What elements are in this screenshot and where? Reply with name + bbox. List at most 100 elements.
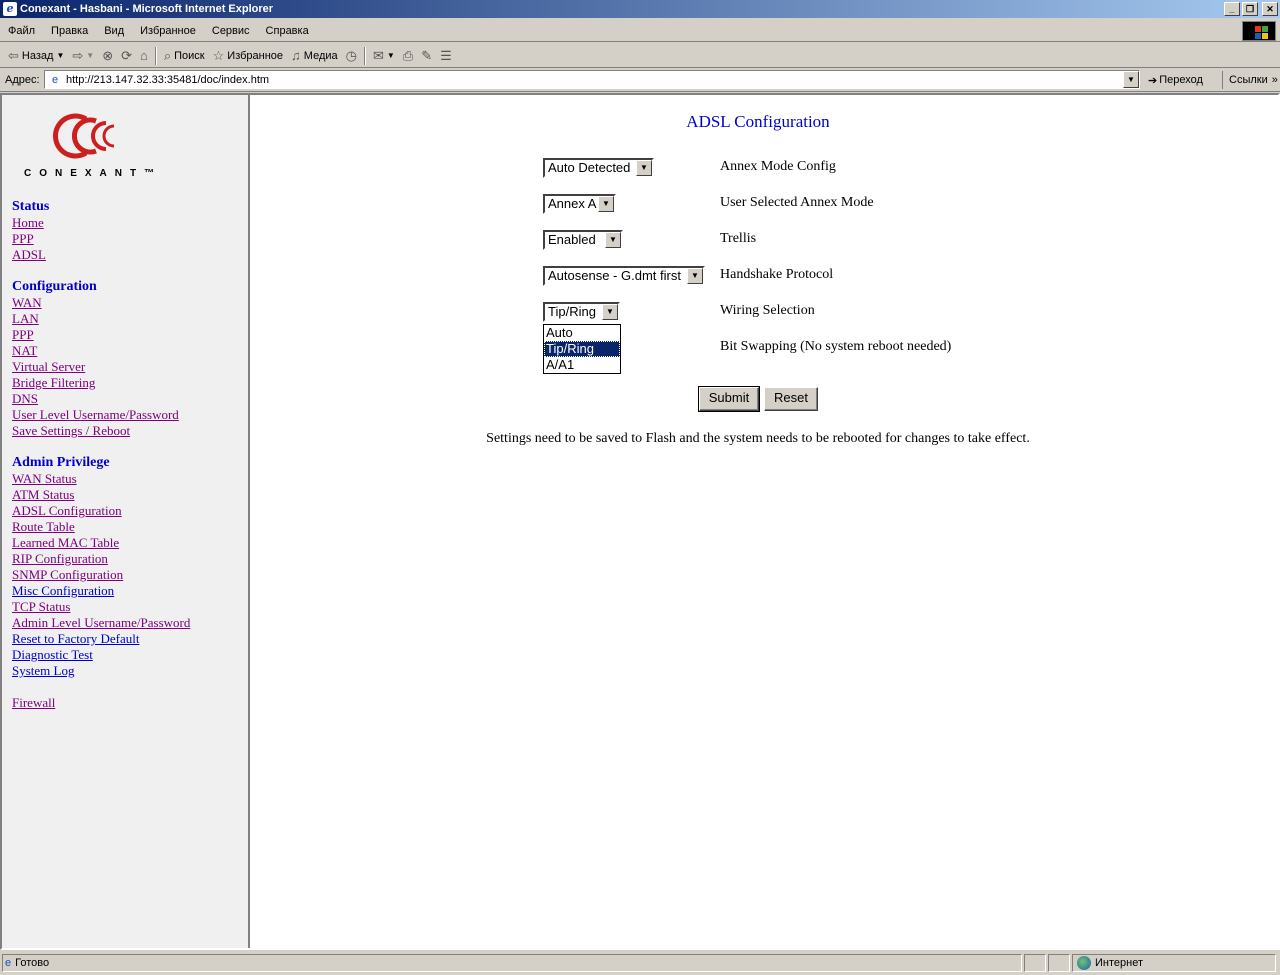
refresh-button[interactable]: ⟳ bbox=[117, 46, 136, 66]
toolbar-separator bbox=[363, 46, 366, 65]
nav-link-snmp-configuration[interactable]: SNMP Configuration bbox=[12, 567, 190, 583]
menu-view[interactable]: Вид bbox=[96, 25, 132, 37]
menu-edit[interactable]: Правка bbox=[43, 25, 96, 37]
zone-text: Интернет bbox=[1095, 957, 1143, 969]
print-button[interactable]: ⎙ bbox=[399, 46, 417, 66]
annex-mode-select[interactable]: Auto Detected ▼ bbox=[543, 158, 654, 178]
wiring-label: Wiring Selection bbox=[720, 303, 815, 318]
nav-link-adsl-configuration[interactable]: ADSL Configuration bbox=[12, 503, 190, 519]
nav-menu: Status Home PPP ADSL Configuration WAN L… bbox=[12, 199, 190, 711]
nav-link-home[interactable]: Home bbox=[12, 215, 190, 231]
handshake-select[interactable]: Autosense - G.dmt first ▼ bbox=[543, 266, 705, 286]
trellis-label: Trellis bbox=[720, 231, 757, 246]
wiring-option-auto[interactable]: Auto bbox=[544, 325, 620, 341]
back-button[interactable]: ⇦ Назад ▼ bbox=[4, 46, 68, 66]
home-button[interactable]: ⌂ bbox=[136, 46, 152, 66]
search-button[interactable]: ⌕ Поиск bbox=[160, 46, 209, 66]
menu-help[interactable]: Справка bbox=[258, 25, 317, 37]
stop-button[interactable]: ⊗ bbox=[98, 46, 117, 66]
nav-header-status: Status bbox=[12, 199, 50, 214]
save-note: Settings need to be saved to Flash and t… bbox=[486, 431, 1030, 446]
history-icon: ◷ bbox=[345, 47, 357, 63]
chevron-down-icon: ▼ bbox=[386, 51, 395, 60]
wiring-option-a-a1[interactable]: A/A1 bbox=[544, 357, 620, 373]
reset-button[interactable]: Reset bbox=[764, 387, 818, 411]
status-cell bbox=[1048, 954, 1070, 972]
nav-link-nat[interactable]: NAT bbox=[12, 343, 190, 359]
nav-link-user-password[interactable]: User Level Username/Password bbox=[12, 407, 190, 423]
submit-button[interactable]: Submit bbox=[698, 386, 760, 412]
stop-icon: ⊗ bbox=[102, 47, 114, 63]
mail-button[interactable]: ✉ ▼ bbox=[369, 46, 399, 66]
menu-tools[interactable]: Сервис bbox=[204, 25, 258, 37]
wiring-select[interactable]: Tip/Ring ▼ bbox=[543, 302, 620, 322]
nav-link-dns[interactable]: DNS bbox=[12, 391, 190, 407]
chevron-down-icon: ▼ bbox=[605, 232, 621, 248]
chevron-down-icon: ▼ bbox=[602, 304, 618, 320]
status-bar: e Готово Интернет bbox=[0, 952, 1280, 975]
menu-file[interactable]: Файл bbox=[0, 25, 43, 37]
nav-link-wan-status[interactable]: WAN Status bbox=[12, 471, 190, 487]
discuss-icon: ☰ bbox=[440, 47, 452, 63]
wiring-dropdown-list[interactable]: Auto Tip/Ring A/A1 bbox=[543, 324, 621, 374]
nav-link-adsl-status[interactable]: ADSL bbox=[12, 247, 190, 263]
nav-link-atm-status[interactable]: ATM Status bbox=[12, 487, 190, 503]
window-title-bar[interactable]: e Conexant - Hasbani - Microsoft Interne… bbox=[0, 0, 1280, 18]
history-button[interactable]: ◷ bbox=[342, 46, 361, 66]
nav-link-ppp-status[interactable]: PPP bbox=[12, 231, 190, 247]
nav-link-admin-password[interactable]: Admin Level Username/Password bbox=[12, 615, 190, 631]
favorites-button[interactable]: ☆ Избранное bbox=[209, 46, 287, 66]
nav-link-firewall[interactable]: Firewall bbox=[12, 695, 190, 711]
menu-favorites[interactable]: Избранное bbox=[132, 25, 204, 37]
links-button[interactable]: Ссылки» bbox=[1222, 71, 1278, 89]
media-icon: ♫ bbox=[291, 48, 301, 63]
chevron-down-icon: ▼ bbox=[598, 196, 614, 212]
chevron-right-icon: » bbox=[1271, 74, 1278, 86]
security-zone: Интернет bbox=[1072, 954, 1276, 972]
nav-link-save-reboot[interactable]: Save Settings / Reboot bbox=[12, 423, 190, 439]
selected-annex-label: User Selected Annex Mode bbox=[720, 195, 874, 210]
nav-link-factory-reset[interactable]: Reset to Factory Default bbox=[12, 631, 190, 647]
print-icon: ⎙ bbox=[402, 47, 414, 63]
refresh-icon: ⟳ bbox=[121, 47, 132, 63]
address-dropdown-button[interactable]: ▼ bbox=[1123, 71, 1139, 88]
nav-link-tcp-status[interactable]: TCP Status bbox=[12, 599, 190, 615]
edit-icon: ✎ bbox=[421, 47, 433, 63]
nav-link-route-table[interactable]: Route Table bbox=[12, 519, 190, 535]
trellis-select[interactable]: Enabled ▼ bbox=[543, 230, 623, 250]
page-title: ADSL Configuration bbox=[686, 112, 830, 131]
nav-link-virtual-server[interactable]: Virtual Server bbox=[12, 359, 190, 375]
forward-arrow-icon: ⇨ bbox=[72, 47, 84, 63]
edit-button[interactable]: ✎ bbox=[417, 46, 436, 66]
minimize-button[interactable]: _ bbox=[1224, 2, 1240, 16]
nav-link-system-log[interactable]: System Log bbox=[12, 663, 190, 679]
conexant-logo: CONEXANT™ bbox=[24, 109, 194, 179]
go-arrow-icon: ➔ bbox=[1148, 74, 1158, 87]
status-text: Готово bbox=[15, 957, 50, 969]
nav-link-bridge-filtering[interactable]: Bridge Filtering bbox=[12, 375, 190, 391]
selected-annex-select[interactable]: Annex A ▼ bbox=[543, 194, 616, 214]
address-bar: Адрес: e http://213.147.32.33:35481/doc/… bbox=[0, 69, 1280, 92]
nav-link-misc-configuration[interactable]: Misc Configuration bbox=[12, 583, 190, 599]
nav-link-wan[interactable]: WAN bbox=[12, 295, 190, 311]
nav-link-lan[interactable]: LAN bbox=[12, 311, 190, 327]
nav-link-rip-configuration[interactable]: RIP Configuration bbox=[12, 551, 190, 567]
sidebar: CONEXANT™ Status Home PPP ADSL Configura… bbox=[2, 95, 250, 948]
discuss-button[interactable]: ☰ bbox=[436, 46, 456, 66]
window-title: Conexant - Hasbani - Microsoft Internet … bbox=[20, 3, 274, 15]
nav-link-diagnostic-test[interactable]: Diagnostic Test bbox=[12, 647, 190, 663]
maximize-button[interactable]: ❐ bbox=[1242, 2, 1258, 16]
media-button[interactable]: ♫ Медиа bbox=[287, 46, 342, 66]
wiring-option-tip-ring[interactable]: Tip/Ring bbox=[544, 341, 620, 357]
chevron-down-icon: ▼ bbox=[56, 51, 65, 60]
chevron-down-icon: ▼ bbox=[687, 268, 703, 284]
chevron-down-icon: ▼ bbox=[86, 51, 95, 60]
close-button[interactable]: ✕ bbox=[1262, 2, 1278, 16]
status-main: e Готово bbox=[2, 954, 1022, 972]
nav-link-learned-mac-table[interactable]: Learned MAC Table bbox=[12, 535, 190, 551]
logo-text: CONEXANT™ bbox=[24, 168, 163, 179]
go-button[interactable]: ➔ Переход bbox=[1148, 71, 1203, 89]
forward-button[interactable]: ⇨ ▼ bbox=[68, 46, 98, 66]
address-input[interactable]: e http://213.147.32.33:35481/doc/index.h… bbox=[44, 70, 1140, 89]
nav-link-ppp[interactable]: PPP bbox=[12, 327, 190, 343]
